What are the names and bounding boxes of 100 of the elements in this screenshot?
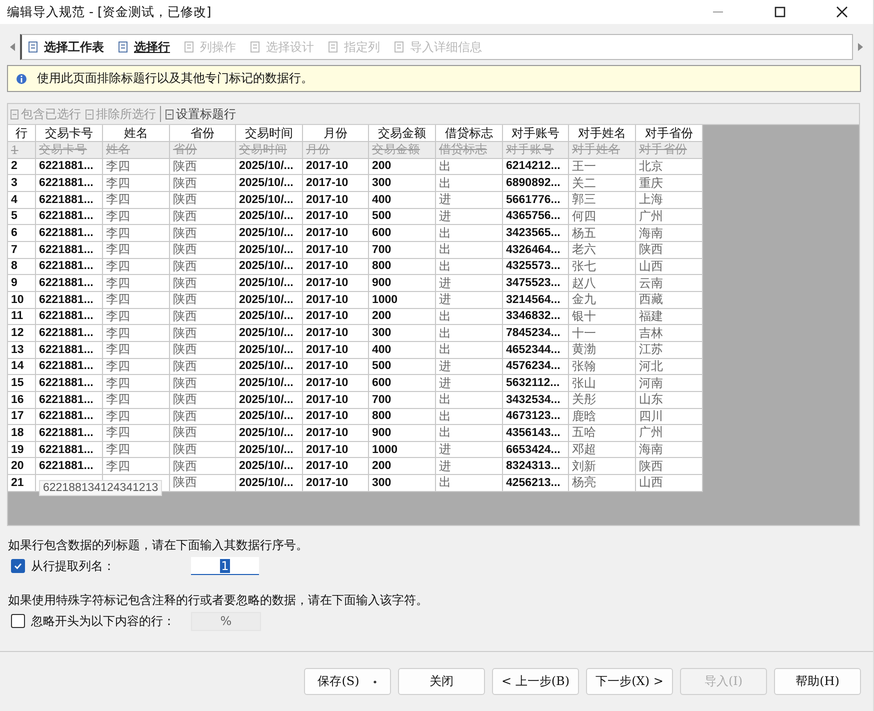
table-cell: 6221881... — [39, 194, 94, 206]
close-icon[interactable] — [836, 6, 848, 18]
table-cell: 出 — [439, 308, 451, 325]
dialog-button[interactable]: 保存(S) — [304, 668, 391, 695]
column-header[interactable]: 交易金额 — [369, 125, 436, 141]
table-cell: 李四 — [106, 324, 130, 342]
table-cell: 李四 — [106, 441, 130, 458]
dialog-button[interactable]: < 上一步(B) — [492, 668, 579, 695]
column-header[interactable]: 对手账号 — [503, 125, 569, 141]
table-cell: 邓超 — [572, 441, 596, 458]
table-cell: 出 — [439, 474, 451, 492]
table-cell: 李四 — [106, 274, 130, 292]
table-cell: 400 — [372, 344, 392, 356]
dialog-button[interactable]: 关闭 — [398, 668, 485, 695]
info-icon — [16, 72, 27, 84]
table-cell: 7845234... — [506, 327, 560, 340]
table-cell: 3432534... — [506, 394, 560, 406]
column-header[interactable]: 对手省份 — [636, 125, 703, 141]
table-cell: 2017-10 — [306, 227, 348, 240]
table-cell: 2025/10/... — [239, 160, 294, 172]
table-cell: 陕西 — [173, 308, 197, 325]
dialog-button[interactable]: 下一步(X) > — [586, 668, 673, 695]
table-cell: 陕西 — [173, 258, 197, 275]
table-cell: 1000 — [372, 444, 398, 456]
table-cell: 200 — [372, 310, 392, 322]
dropdown-icon[interactable] — [373, 680, 378, 684]
table-cell: 交易时间 — [239, 142, 287, 158]
table-cell: 2017-10 — [306, 460, 348, 472]
page-icon — [328, 41, 339, 53]
table-cell: 五哈 — [572, 424, 596, 442]
column-header[interactable]: 行 — [8, 125, 36, 141]
table-cell: 对手姓名 — [572, 141, 620, 158]
table-cell: 出 — [439, 341, 451, 358]
table-cell: 进 — [439, 458, 451, 475]
table-cell: 何四 — [572, 208, 596, 225]
scroll-right-icon[interactable] — [857, 43, 863, 51]
table-cell: 2025/10/... — [239, 476, 294, 489]
table-cell: 700 — [372, 394, 392, 406]
maximize-icon[interactable] — [774, 6, 786, 18]
wizard-tab[interactable]: 选择工作表 — [28, 38, 104, 56]
table-cell: 6221881... — [39, 377, 94, 390]
table-cell: 陕西 — [173, 358, 197, 375]
table-cell: 出 — [439, 391, 451, 408]
row-icon — [165, 108, 174, 120]
table-cell: 广州 — [639, 424, 663, 442]
table-cell: 陕西 — [173, 408, 197, 425]
column-header[interactable]: 对手姓名 — [569, 125, 636, 141]
table-cell: 李四 — [106, 158, 130, 175]
table-cell: 李四 — [106, 391, 130, 408]
input-field[interactable]: 1 — [191, 557, 259, 575]
table-cell: 陕西 — [173, 341, 197, 358]
tooltip: 622188134124341213 — [39, 480, 162, 496]
table-cell: 四川 — [639, 408, 663, 425]
table-cell: 3 — [11, 177, 18, 190]
wizard-tab[interactable]: 选择行 — [118, 38, 170, 56]
table-cell: 交易卡号 — [39, 142, 87, 158]
table-cell: 2017-10 — [306, 344, 348, 356]
column-header[interactable]: 交易卡号 — [36, 125, 103, 141]
table-cell: 6221881... — [39, 227, 94, 240]
table-cell: 2017-10 — [306, 327, 348, 340]
table-cell: 10 — [11, 294, 24, 306]
table-cell: 2017-10 — [306, 360, 348, 372]
column-header[interactable]: 交易时间 — [236, 125, 303, 141]
table-cell: 李四 — [106, 291, 130, 308]
table-cell: 300 — [372, 327, 392, 340]
table-cell: 出 — [439, 224, 451, 242]
scroll-left-icon[interactable] — [10, 43, 16, 51]
table-cell: 2017-10 — [306, 444, 348, 456]
table-cell: 1 — [11, 142, 18, 157]
table-cell: 4673123... — [506, 410, 560, 422]
row-icon — [10, 108, 19, 120]
table-cell: 6221881... — [39, 344, 94, 356]
toolbar-button[interactable]: 设置标题行 — [165, 106, 236, 122]
table-cell: 2025/10/... — [239, 460, 294, 472]
table-cell: 郭三 — [572, 191, 596, 208]
table-cell: 200 — [372, 460, 392, 472]
table-cell: 6221881... — [39, 460, 94, 472]
dialog-button[interactable]: 帮助(H) — [774, 668, 861, 695]
table-cell: 出 — [439, 174, 451, 192]
checkbox[interactable]: 从行提取列名： — [8, 558, 191, 574]
table-cell: 2025/10/... — [239, 426, 294, 439]
table-cell: 陕西 — [639, 458, 663, 475]
table-cell: 进 — [439, 191, 451, 208]
table-cell: 2025/10/... — [239, 327, 294, 340]
table-cell: 2017-10 — [306, 410, 348, 422]
table-cell: 李四 — [106, 241, 130, 258]
table-cell: 300 — [372, 177, 392, 190]
column-header[interactable]: 省份 — [170, 125, 236, 141]
table-cell: 6 — [11, 227, 18, 240]
column-header[interactable]: 月份 — [303, 125, 369, 141]
column-header[interactable]: 姓名 — [103, 125, 170, 141]
table-cell: 2017-10 — [306, 210, 348, 222]
table-cell: 李四 — [106, 424, 130, 442]
column-header[interactable]: 借贷标志 — [436, 125, 503, 141]
table-cell: 重庆 — [639, 174, 663, 192]
checkbox[interactable]: 忽略开头为以下内容的行： — [8, 612, 191, 630]
table-cell: 广州 — [639, 208, 663, 225]
table-cell: 陕西 — [173, 224, 197, 242]
table-cell: 6221881... — [39, 260, 94, 272]
table-cell: 13 — [11, 344, 24, 356]
